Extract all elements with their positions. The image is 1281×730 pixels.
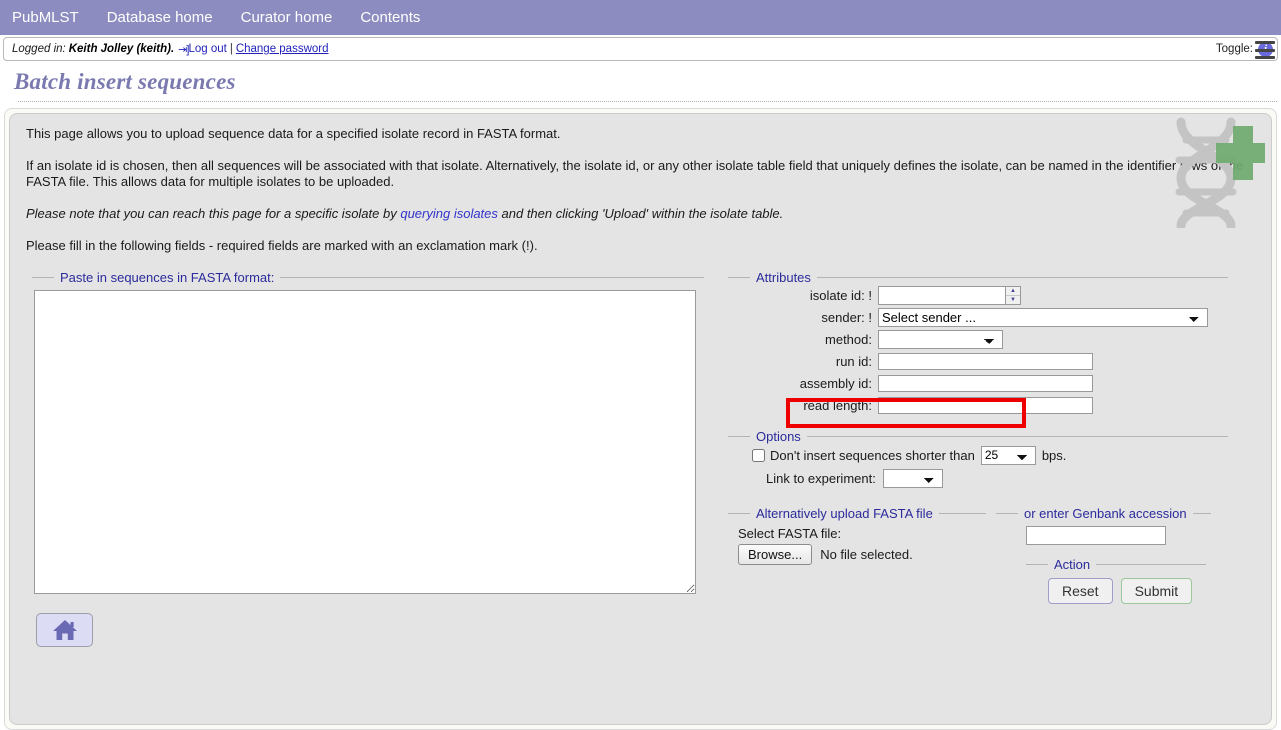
login-info: Logged in: Keith Jolley (keith). ⇥] Log … xyxy=(4,43,329,56)
home-button[interactable] xyxy=(36,613,93,647)
field-row-method: method: xyxy=(728,329,1228,350)
min-length-option-row: Don't insert sequences shorter than 25 b… xyxy=(752,444,1228,466)
link-experiment-select[interactable] xyxy=(882,468,943,488)
genbank-and-action-column: or enter Genbank accession Action Reset … xyxy=(996,506,1211,604)
method-select[interactable] xyxy=(878,330,1003,349)
link-experiment-label: Link to experiment: xyxy=(766,470,876,486)
fasta-fieldset: Paste in sequences in FASTA format: xyxy=(32,270,704,598)
intro-paragraph-3: Please note that you can reach this page… xyxy=(26,206,1255,222)
isolate-id-stepper[interactable]: ▲ ▼ xyxy=(878,286,1021,305)
toggle-label: Toggle: xyxy=(1215,43,1253,55)
no-file-selected-text: No file selected. xyxy=(820,547,913,562)
field-row-assembly-id: assembly id: xyxy=(728,373,1228,394)
intro-paragraph-2: If an isolate id is chosen, then all seq… xyxy=(26,158,1244,189)
fasta-paste-column: Paste in sequences in FASTA format: xyxy=(32,270,704,647)
min-length-units: bps. xyxy=(1041,447,1067,463)
logged-in-username: Keith Jolley (keith). xyxy=(68,43,175,55)
action-buttons: Reset Submit xyxy=(1026,572,1206,604)
genbank-accession-input[interactable] xyxy=(1026,526,1166,545)
isolate-id-spinner-buttons[interactable]: ▲ ▼ xyxy=(1006,286,1021,305)
title-divider xyxy=(18,101,1277,102)
assembly-id-input[interactable] xyxy=(878,375,1093,392)
options-legend: Options xyxy=(756,429,801,444)
sender-label: sender: ! xyxy=(821,310,872,325)
field-row-read-length: read length: xyxy=(728,395,1228,416)
logout-icon[interactable]: ⇥] xyxy=(178,43,189,56)
home-icon xyxy=(52,620,77,640)
upload-and-accession-row: Alternatively upload FASTA file Select F… xyxy=(728,506,1228,604)
p3-text-before: Please note that you can reach this page… xyxy=(26,206,401,221)
spinner-down-icon[interactable]: ▼ xyxy=(1006,296,1020,304)
field-row-isolate-id: isolate id: ! ▲ ▼ xyxy=(728,285,1228,306)
min-length-label: Don't insert sequences shorter than xyxy=(770,447,975,463)
hamburger-menu-icon[interactable] xyxy=(1255,41,1275,59)
options-fieldset: Options Don't insert sequences shorter t… xyxy=(728,429,1228,490)
read-length-label: read length: xyxy=(803,398,872,413)
isolate-id-label: isolate id: ! xyxy=(809,288,872,303)
upload-legend: Alternatively upload FASTA file xyxy=(756,506,933,521)
logout-link[interactable]: Log out xyxy=(188,43,226,55)
page-title: Batch insert sequences xyxy=(14,69,236,94)
isolate-id-input[interactable] xyxy=(878,286,1006,305)
upload-fasta-fieldset: Alternatively upload FASTA file Select F… xyxy=(728,506,986,604)
content-inner-panel: This page allows you to upload sequence … xyxy=(9,113,1272,725)
attributes-legend: Attributes xyxy=(756,270,811,285)
nav-database-home[interactable]: Database home xyxy=(107,9,213,26)
nav-curator-home[interactable]: Curator home xyxy=(241,9,333,26)
sender-select[interactable]: Select sender ... xyxy=(878,308,1208,327)
querying-isolates-link[interactable]: querying isolates xyxy=(400,206,498,221)
field-row-sender: sender: ! Select sender ... xyxy=(728,307,1228,328)
link-separator: | xyxy=(229,43,233,55)
logged-in-label: Logged in: xyxy=(12,43,66,55)
spinner-up-icon[interactable]: ▲ xyxy=(1006,287,1020,296)
login-status-bar: Logged in: Keith Jolley (keith). ⇥] Log … xyxy=(3,37,1278,61)
attributes-column: Attributes isolate id: ! ▲ ▼ sender: ! S… xyxy=(728,270,1228,604)
genbank-legend: or enter Genbank accession xyxy=(1024,506,1187,521)
p3-text-after: and then clicking 'Upload' within the is… xyxy=(497,206,784,221)
genbank-fieldset: or enter Genbank accession xyxy=(996,506,1211,545)
attributes-fieldset: Attributes isolate id: ! ▲ ▼ sender: ! S… xyxy=(728,270,1228,428)
top-navigation-bar: PubMLST Database home Curator home Conte… xyxy=(0,0,1281,35)
file-input-row: Browse... No file selected. xyxy=(738,544,986,565)
change-password-link[interactable]: Change password xyxy=(236,43,329,55)
assembly-id-label: assembly id: xyxy=(799,376,872,391)
min-length-checkbox[interactable] xyxy=(752,448,765,462)
browse-button[interactable]: Browse... xyxy=(738,544,813,565)
page-header: Batch insert sequences xyxy=(0,61,1281,102)
nav-contents[interactable]: Contents xyxy=(360,9,420,26)
run-id-input[interactable] xyxy=(878,353,1093,370)
fasta-legend: Paste in sequences in FASTA format: xyxy=(60,270,275,285)
link-experiment-row: Link to experiment: xyxy=(766,466,1228,490)
min-length-select[interactable]: 25 xyxy=(980,445,1036,465)
upload-body: Select FASTA file: Browse... No file sel… xyxy=(728,521,986,565)
field-row-run-id: run id: xyxy=(728,351,1228,372)
submit-button[interactable]: Submit xyxy=(1120,578,1193,604)
intro-paragraph-1: This page allows you to upload sequence … xyxy=(26,126,561,141)
intro-paragraph-4: Please fill in the following fields - re… xyxy=(26,238,538,253)
read-length-input[interactable] xyxy=(878,397,1093,414)
action-legend: Action xyxy=(1054,557,1091,572)
fasta-sequences-textarea[interactable] xyxy=(34,290,696,594)
action-fieldset: Action Reset Submit xyxy=(1026,557,1206,604)
run-id-label: run id: xyxy=(835,354,872,369)
method-label: method: xyxy=(825,332,872,347)
reset-button[interactable]: Reset xyxy=(1048,578,1113,604)
select-fasta-label: Select FASTA file: xyxy=(738,526,842,541)
nav-pubmlst[interactable]: PubMLST xyxy=(12,9,79,26)
content-outer-panel: This page allows you to upload sequence … xyxy=(4,108,1277,730)
